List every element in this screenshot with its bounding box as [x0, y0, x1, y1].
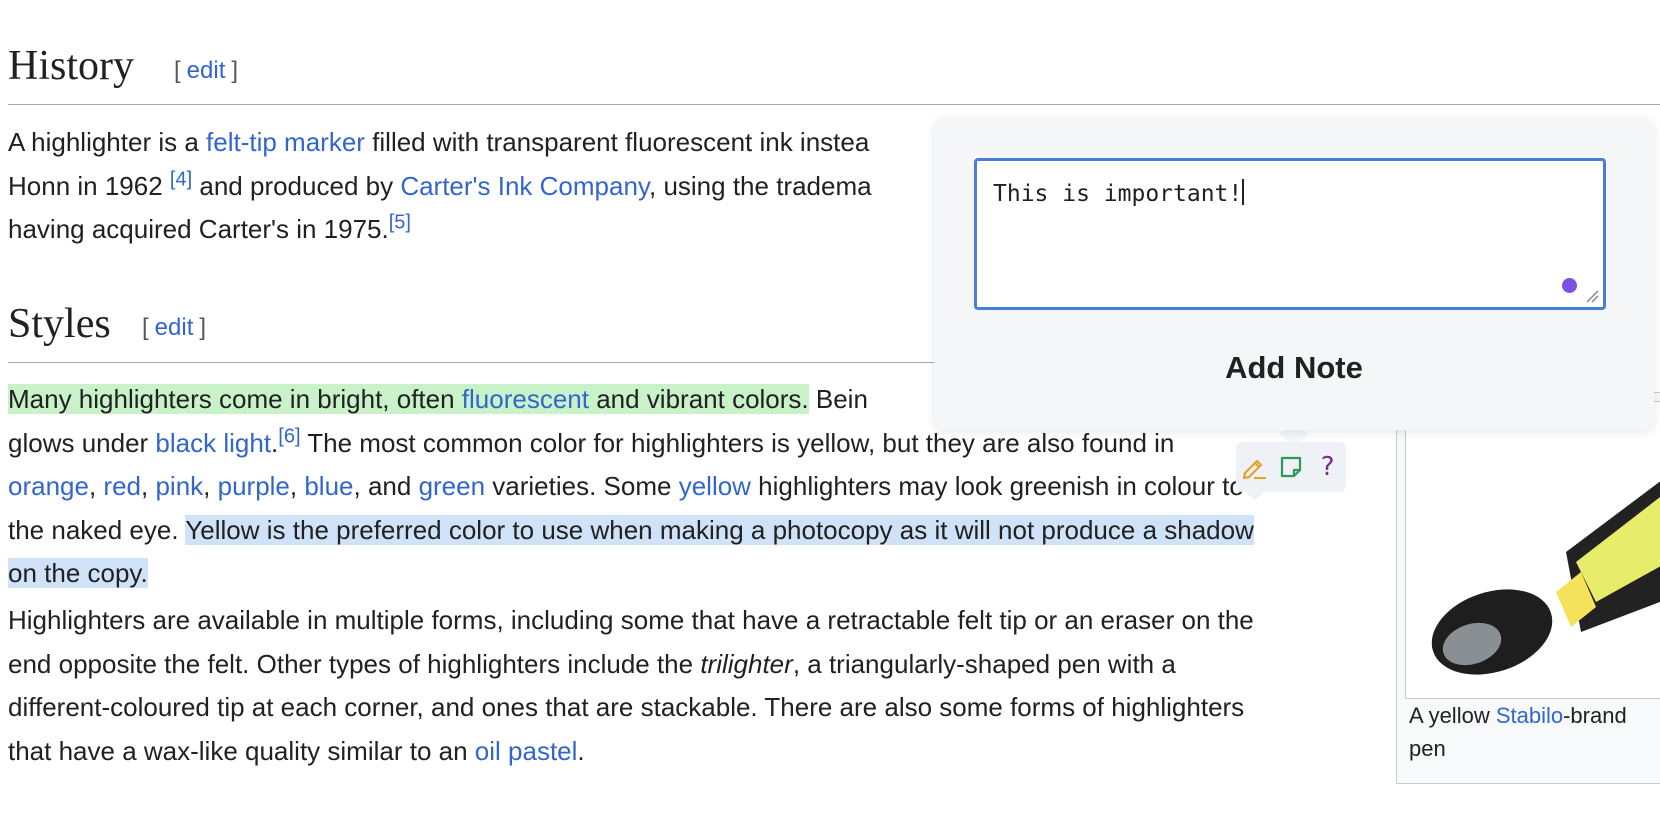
oil-pastel-link[interactable]: oil pastel [475, 736, 578, 766]
yellow-link[interactable]: yellow [679, 471, 751, 501]
red-link[interactable]: red [103, 471, 141, 501]
history-edit-link[interactable]: edit [187, 57, 226, 84]
styles-divider [8, 362, 936, 363]
styles-edit: [edit] [142, 314, 207, 341]
highlight-pen-icon[interactable] [1240, 453, 1268, 481]
sticky-note-icon[interactable] [1277, 453, 1305, 481]
fluorescent-link[interactable]: fluorescent [462, 384, 589, 414]
add-note-button[interactable]: Add Note [934, 350, 1654, 386]
highlighter-illustration [1431, 481, 1660, 675]
styles-paragraph-2: Highlighters are available in multiple f… [8, 605, 1254, 766]
help-glyph: ? [1320, 452, 1335, 482]
resize-handle-icon[interactable] [1585, 289, 1599, 303]
black-light-link[interactable]: black light [155, 428, 271, 458]
carters-ink-link[interactable]: Carter's Ink Company [400, 171, 649, 201]
pink-link[interactable]: pink [155, 471, 203, 501]
highlight-toolbar: ? [1236, 442, 1346, 492]
text-caret [1242, 179, 1245, 205]
green-link[interactable]: green [419, 471, 486, 501]
history-divider [8, 104, 1660, 105]
felt-tip-marker-link[interactable]: felt-tip marker [206, 127, 365, 157]
highlighter-figure: A yellow Stabilo-brand pen [1396, 392, 1660, 784]
blue-highlight-continued[interactable]: on the copy. [8, 558, 148, 588]
note-textarea[interactable]: This is important! [974, 158, 1606, 310]
help-icon[interactable]: ? [1314, 452, 1342, 482]
ref-4-link[interactable]: [4] [170, 168, 192, 190]
styles-edit-link[interactable]: edit [155, 314, 194, 341]
styles-heading: Styles [8, 301, 111, 347]
highlighter-image[interactable] [1405, 401, 1660, 699]
figure-caption: A yellow Stabilo-brand pen [1409, 703, 1627, 761]
grammar-dot-icon[interactable] [1562, 278, 1577, 293]
ref-5-link[interactable]: [5] [389, 211, 411, 233]
blue-highlight[interactable]: Yellow is the preferred color to use whe… [185, 514, 1254, 545]
note-popup: This is important! Add Note [934, 118, 1654, 430]
orange-link[interactable]: orange [8, 471, 89, 501]
history-edit: [edit] [174, 57, 239, 84]
purple-link[interactable]: purple [218, 471, 290, 501]
history-heading: History [8, 43, 134, 89]
ref-6-link[interactable]: [6] [278, 425, 300, 447]
stabilo-link[interactable]: Stabilo [1496, 703, 1563, 728]
green-highlight[interactable]: Many highlighters come in bright, often … [8, 384, 809, 414]
blue-link[interactable]: blue [304, 471, 353, 501]
